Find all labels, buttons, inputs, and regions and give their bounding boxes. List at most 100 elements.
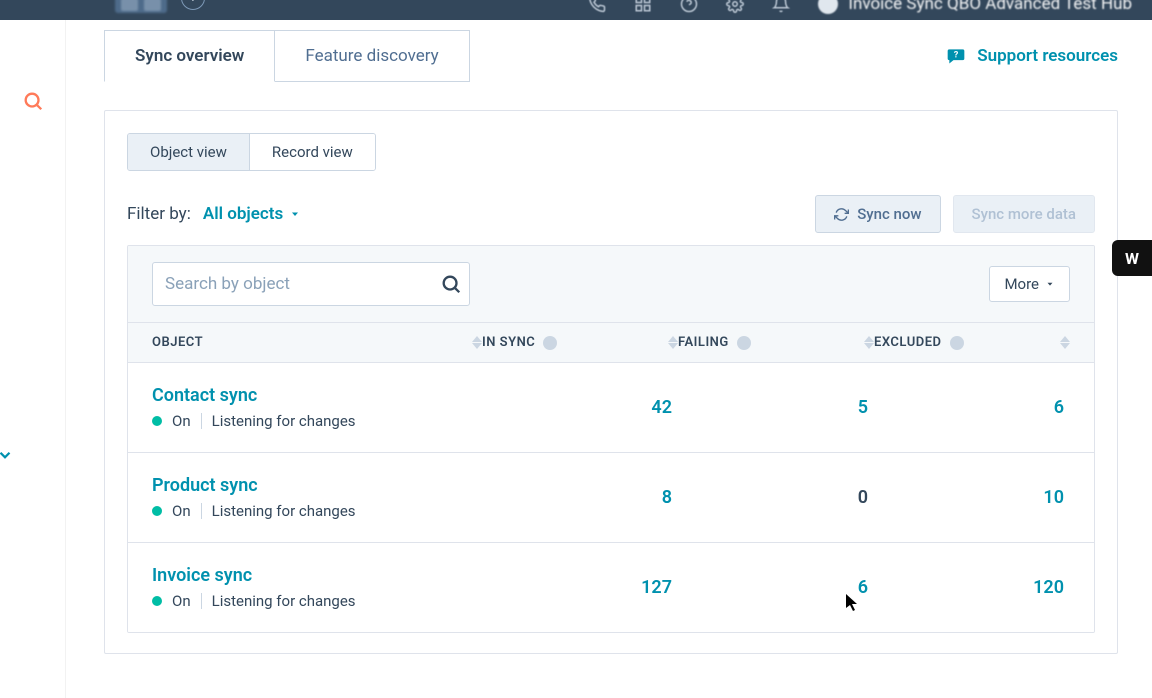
failing-value: 0 xyxy=(678,487,874,508)
filter-dropdown[interactable]: All objects xyxy=(203,204,301,224)
filter-value: All objects xyxy=(203,204,283,224)
filter-row: Filter by: All objects Sync now Sync mor… xyxy=(127,195,1095,233)
nav-pill xyxy=(121,0,138,11)
floating-widget[interactable]: W xyxy=(1112,240,1152,276)
view-toggle: Object view Record view xyxy=(127,133,376,171)
chevron-down-icon xyxy=(289,208,301,220)
info-icon[interactable] xyxy=(543,336,557,350)
widget-label: W xyxy=(1125,249,1139,268)
tab-sync-overview[interactable]: Sync overview xyxy=(104,30,275,82)
top-nav-left: + xyxy=(20,0,560,13)
filter-label: Filter by: xyxy=(127,204,191,224)
column-in-sync[interactable]: IN SYNC xyxy=(482,335,678,350)
info-icon[interactable] xyxy=(737,336,751,350)
status-dot-icon xyxy=(152,596,162,606)
panel: Object view Record view Filter by: All o… xyxy=(104,110,1118,654)
object-view-toggle[interactable]: Object view xyxy=(128,134,249,170)
nav-pill xyxy=(144,0,161,11)
column-failing[interactable]: FAILING xyxy=(678,335,874,350)
column-label: FAILING xyxy=(678,335,729,350)
toggle-label: Record view xyxy=(272,143,353,161)
object-name-link[interactable]: Invoice sync xyxy=(152,565,482,586)
avatar xyxy=(818,0,838,14)
object-cell: Contact sync OnListening for changes xyxy=(152,385,482,430)
sort-icon xyxy=(864,336,874,349)
object-cell: Invoice sync On Listening for changes xyxy=(152,565,482,610)
table-toolbar: More xyxy=(128,246,1094,322)
column-object[interactable]: OBJECT xyxy=(152,335,482,350)
bell-icon[interactable] xyxy=(772,0,790,13)
object-name-link[interactable]: Contact sync xyxy=(152,385,482,406)
status-line: On Listening for changes xyxy=(152,592,482,610)
status-line: On Listening for changes xyxy=(152,502,482,520)
column-label: IN SYNC xyxy=(482,335,535,350)
refresh-icon xyxy=(834,207,849,222)
settings-icon[interactable] xyxy=(726,0,744,13)
divider xyxy=(201,413,202,429)
table-header: OBJECT IN SYNC FAILING xyxy=(128,322,1094,362)
column-excluded[interactable]: EXCLUDED xyxy=(874,335,1070,350)
top-nav-icons xyxy=(588,0,790,13)
sidebar-expand-icon[interactable] xyxy=(0,444,14,464)
tab-feature-discovery[interactable]: Feature discovery xyxy=(274,30,469,82)
status-dot-icon xyxy=(152,506,162,516)
more-label: More xyxy=(1004,275,1039,293)
question-chat-icon: ? xyxy=(945,46,967,67)
status-line: OnListening for changes xyxy=(152,412,482,430)
svg-text:?: ? xyxy=(954,51,959,61)
status-on: On xyxy=(172,412,191,430)
search-icon[interactable] xyxy=(440,273,462,295)
marketplace-icon[interactable] xyxy=(634,0,652,13)
in-sync-value[interactable]: 8 xyxy=(482,487,678,508)
account-title: Invoice Sync QBO Advanced Test Hub xyxy=(848,0,1132,14)
failing-value[interactable]: 6 xyxy=(678,577,874,598)
object-name-link[interactable]: Product sync xyxy=(152,475,482,496)
object-cell: Product sync On Listening for changes xyxy=(152,475,482,520)
status-on: On xyxy=(172,592,191,610)
column-label: EXCLUDED xyxy=(874,335,942,350)
sort-icon xyxy=(1060,336,1070,349)
main: Sync overview Feature discovery ? Suppor… xyxy=(66,20,1152,698)
column-label: OBJECT xyxy=(152,335,203,350)
failing-value[interactable]: 5 xyxy=(678,397,874,418)
status-listening: Listening for changes xyxy=(212,592,356,610)
sidebar-search-icon[interactable] xyxy=(0,90,65,112)
phone-icon[interactable] xyxy=(588,0,606,13)
top-nav: + Invoice Sync QBO Advanced Test Hub xyxy=(0,0,1152,20)
nav-plus-button[interactable]: + xyxy=(181,0,205,10)
in-sync-value[interactable]: 42 xyxy=(482,397,678,418)
account-switcher[interactable]: Invoice Sync QBO Advanced Test Hub xyxy=(818,0,1132,14)
toggle-label: Object view xyxy=(150,143,227,161)
sort-icon xyxy=(472,336,482,349)
excluded-value[interactable]: 10 xyxy=(874,487,1070,508)
table-row: Invoice sync On Listening for changes 12761… xyxy=(128,542,1094,632)
sync-more-data-button: Sync more data xyxy=(953,195,1095,233)
left-rail xyxy=(0,20,66,698)
excluded-value[interactable]: 120 xyxy=(874,577,1070,598)
tabs: Sync overview Feature discovery xyxy=(104,30,470,82)
more-button[interactable]: More xyxy=(989,266,1070,302)
help-icon[interactable] xyxy=(680,0,698,13)
table-row: Contact sync OnListening for changes4256 xyxy=(128,362,1094,452)
tab-label: Feature discovery xyxy=(305,46,438,66)
chevron-down-icon xyxy=(1045,279,1055,289)
in-sync-value[interactable]: 127 xyxy=(482,577,678,598)
sync-more-label: Sync more data xyxy=(972,205,1076,223)
info-icon[interactable] xyxy=(950,336,964,350)
status-listening: Listening for changes xyxy=(212,502,356,520)
search-input[interactable] xyxy=(152,262,470,306)
sync-now-button[interactable]: Sync now xyxy=(815,195,940,233)
nav-pill-group xyxy=(115,0,167,13)
support-label: Support resources xyxy=(977,46,1118,66)
excluded-value[interactable]: 6 xyxy=(874,397,1070,418)
support-resources-link[interactable]: ? Support resources xyxy=(945,46,1118,67)
sync-now-label: Sync now xyxy=(857,205,921,223)
sort-icon xyxy=(668,336,678,349)
divider xyxy=(201,503,202,519)
status-on: On xyxy=(172,502,191,520)
table-row: Product sync On Listening for changes 8010 xyxy=(128,452,1094,542)
table: More OBJECT IN SYNC xyxy=(127,245,1095,633)
tab-row: Sync overview Feature discovery ? Suppor… xyxy=(104,30,1118,82)
divider xyxy=(201,593,202,609)
record-view-toggle[interactable]: Record view xyxy=(249,134,375,170)
